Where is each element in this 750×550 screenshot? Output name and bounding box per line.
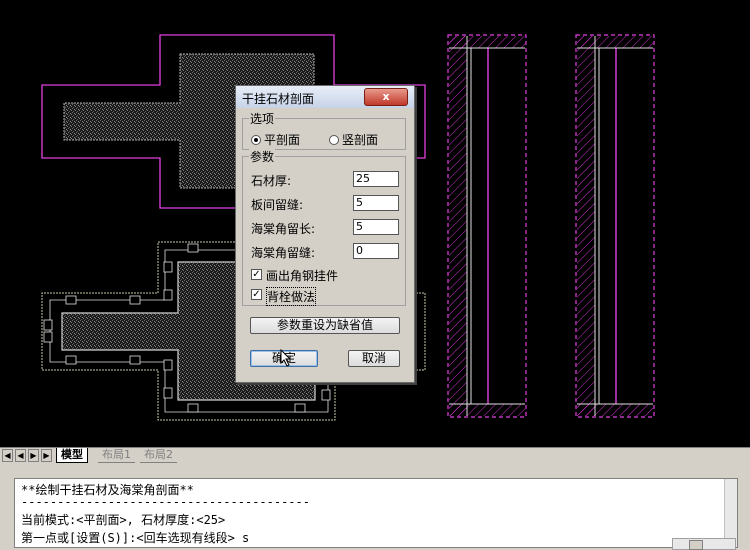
stone-section-dialog: 干挂石材剖面 x 选项 平剖面 竖剖面 参数 石材厚: 25 板间留缝: 5 海…	[235, 85, 415, 383]
command-prompt[interactable]: 第一点或[设置(S)]:<回车选现有线段> s	[21, 529, 249, 546]
params-group: 参数 石材厚: 25 板间留缝: 5 海棠角留长: 5 海棠角留缝: 0 ✓ 画…	[242, 148, 406, 306]
corner-gap-label: 海棠角留缝:	[251, 246, 316, 260]
close-button[interactable]: x	[364, 88, 408, 106]
back-bolt-checkbox[interactable]: ✓	[251, 289, 262, 300]
command-vertical-scrollbar[interactable]	[724, 479, 737, 547]
gap-label: 板间留缝:	[251, 198, 304, 212]
draw-steel-label[interactable]: 画出角钢挂件	[266, 267, 338, 284]
radio-elevation-label[interactable]: 竖剖面	[342, 131, 378, 148]
elevation-section-2	[575, 34, 655, 418]
options-group-label: 选项	[249, 110, 276, 127]
params-group-label: 参数	[249, 148, 276, 165]
elevation-section-1	[447, 34, 527, 418]
command-history-line2: ----------------------------------------	[21, 495, 310, 509]
close-icon: x	[382, 90, 390, 103]
command-area: **绘制干挂石材及海棠角剖面** -----------------------…	[0, 464, 750, 550]
radio-plan-section[interactable]	[251, 135, 261, 145]
options-group: 选项 平剖面 竖剖面	[242, 110, 406, 150]
draw-steel-checkbox[interactable]: ✓	[251, 269, 262, 280]
corner-gap-input[interactable]: 0	[353, 243, 399, 259]
tab-layout1[interactable]: 布局1	[98, 448, 135, 463]
radio-plan-label[interactable]: 平剖面	[264, 131, 300, 148]
reset-defaults-button[interactable]: 参数重设为缺省值	[250, 317, 400, 334]
scroll-thumb[interactable]	[689, 540, 703, 550]
dialog-title: 干挂石材剖面	[242, 92, 315, 106]
last-tab-button[interactable]: ▶	[41, 449, 52, 462]
gap-input[interactable]: 5	[353, 195, 399, 211]
stone-thickness-input[interactable]: 25	[353, 171, 399, 187]
first-tab-button[interactable]: ◀	[2, 449, 13, 462]
tab-layout2[interactable]: 布局2	[140, 448, 177, 463]
cancel-button[interactable]: 取消	[348, 350, 400, 367]
horizontal-scrollbar[interactable]	[672, 538, 736, 550]
command-history-line3: 当前模式:<平剖面>, 石材厚度:<25>	[21, 513, 226, 527]
dialog-titlebar[interactable]: 干挂石材剖面 x	[236, 86, 414, 108]
layout-tab-strip: ◀ ◀ ▶ ▶ 模型 布局1 布局2	[0, 447, 750, 464]
corner-length-input[interactable]: 5	[353, 219, 399, 235]
radio-elevation-section[interactable]	[329, 135, 339, 145]
prev-tab-button[interactable]: ◀	[15, 449, 26, 462]
corner-length-label: 海棠角留长:	[251, 222, 316, 236]
back-bolt-label[interactable]: 背栓做法	[266, 287, 317, 306]
mouse-cursor-icon	[280, 349, 292, 367]
command-window[interactable]: **绘制干挂石材及海棠角剖面** -----------------------…	[14, 478, 738, 548]
stone-thickness-label: 石材厚:	[251, 174, 292, 188]
next-tab-button[interactable]: ▶	[28, 449, 39, 462]
tab-model[interactable]: 模型	[56, 448, 88, 463]
